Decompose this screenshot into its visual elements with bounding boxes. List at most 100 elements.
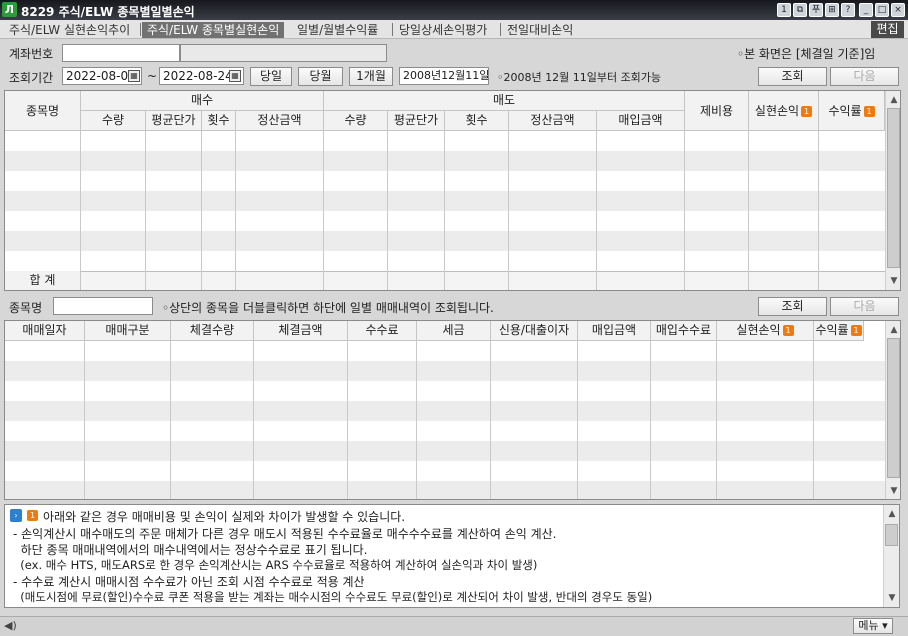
since-date-field: 2008년12월11일 bbox=[399, 67, 489, 85]
detail-next-button[interactable]: 다음 bbox=[830, 297, 899, 316]
group-header-buy: 매수 bbox=[81, 91, 324, 111]
total-row-label: 합 계 bbox=[5, 271, 81, 290]
col-header-purchase-label: 매입금액 bbox=[591, 323, 637, 337]
tab-separator bbox=[392, 23, 393, 36]
column-divider bbox=[748, 131, 749, 290]
table-row[interactable] bbox=[5, 461, 885, 481]
item-name-input[interactable] bbox=[53, 297, 153, 315]
top-grid-scrollbar[interactable]: ▲ ▼ bbox=[885, 91, 900, 290]
table-row[interactable] bbox=[5, 441, 885, 461]
table-row[interactable] bbox=[5, 421, 885, 441]
since-note: ◦2008년 12월 11일부터 조회가능 bbox=[497, 71, 662, 84]
col-header-buy-count: 횟수 bbox=[202, 111, 236, 131]
col-header-rate[interactable]: 수익률 1 bbox=[819, 91, 885, 131]
col-header-interest-label: 신용/대출이자 bbox=[498, 323, 570, 337]
screen-number-button[interactable]: 1 bbox=[777, 3, 791, 17]
table-row[interactable] bbox=[5, 231, 885, 251]
title-bar: Л 8229 주식/ELW 종목별일별손익 1 ⧉ 푸 ⊞ ? _ □ × bbox=[0, 0, 908, 20]
column-divider bbox=[84, 341, 85, 499]
scroll-thumb[interactable] bbox=[887, 338, 900, 478]
grid-icon[interactable]: ⊞ bbox=[825, 3, 839, 17]
tab-separator bbox=[500, 23, 501, 36]
close-button[interactable]: × bbox=[891, 3, 905, 17]
notes-scrollbar[interactable]: ▲ ▼ bbox=[883, 505, 899, 607]
table-row[interactable] bbox=[5, 481, 885, 499]
account-number-input[interactable] bbox=[62, 44, 180, 62]
column-divider bbox=[716, 341, 717, 499]
table-row[interactable] bbox=[5, 251, 885, 271]
menu-label: 메뉴 bbox=[858, 619, 879, 632]
note-line: (매도시점에 무료(할인)수수료 쿠폰 적용을 받는 계좌는 매수시점의 수수료… bbox=[13, 590, 653, 604]
one-month-button[interactable]: 1개월 bbox=[349, 67, 393, 86]
maximize-button[interactable]: □ bbox=[875, 3, 889, 17]
speaker-icon[interactable]: ◀) bbox=[4, 619, 17, 632]
col-header-realized[interactable]: 실현손익 1 bbox=[749, 91, 819, 131]
column-divider bbox=[347, 341, 348, 499]
table-row[interactable] bbox=[5, 341, 885, 361]
menu-button[interactable]: 메뉴 ▾ bbox=[853, 618, 893, 634]
query-button[interactable]: 조회 bbox=[758, 67, 827, 86]
this-month-button[interactable]: 당월 bbox=[298, 67, 343, 86]
table-row[interactable] bbox=[5, 211, 885, 231]
tab-intraday-detail[interactable]: 당일상세손익평가 bbox=[394, 22, 492, 38]
info-badge-icon: 1 bbox=[27, 510, 38, 521]
info-badge-icon[interactable]: 1 bbox=[801, 106, 813, 117]
start-date-value: 2022-08-01 bbox=[66, 69, 136, 83]
next-button[interactable]: 다음 bbox=[830, 67, 899, 86]
expand-icon[interactable]: › bbox=[10, 509, 22, 522]
help-button[interactable]: ? bbox=[841, 3, 855, 17]
calendar-icon[interactable]: ▦ bbox=[229, 70, 241, 82]
tab-item-realized[interactable]: 주식/ELW 종목별실현손익 bbox=[142, 22, 285, 38]
tab-realized-trend[interactable]: 주식/ELW 실현손익추이 bbox=[4, 22, 135, 38]
col-header-date-label: 매매일자 bbox=[22, 323, 67, 337]
detail-query-button[interactable]: 조회 bbox=[758, 297, 827, 316]
col-header-amount-label: 체결금액 bbox=[278, 323, 323, 337]
col-header-sell-purchase: 매입금액 bbox=[597, 111, 685, 131]
scroll-down-icon[interactable]: ▼ bbox=[888, 484, 900, 498]
scroll-down-icon[interactable]: ▼ bbox=[888, 274, 900, 288]
edit-button[interactable]: 편집 bbox=[871, 21, 904, 38]
table-row[interactable] bbox=[5, 131, 885, 151]
note-line: (ex. 매수 HTS, 매도ARS로 한 경우 손익계산시는 ARS 수수료율… bbox=[13, 558, 538, 572]
col-header-buy-qty: 수량 bbox=[81, 111, 146, 131]
tab-daily-monthly-return[interactable]: 일별/월별수익률 bbox=[292, 22, 383, 38]
today-button[interactable]: 당일 bbox=[250, 67, 292, 86]
scroll-up-icon[interactable]: ▲ bbox=[888, 323, 900, 337]
basis-note: ◦본 화면은 [체결일 기준]임 bbox=[737, 47, 876, 61]
col-header-fee-label: 수수료 bbox=[365, 323, 399, 337]
table-row[interactable] bbox=[5, 381, 885, 401]
column-divider bbox=[577, 341, 578, 499]
scroll-thumb[interactable] bbox=[885, 524, 898, 546]
col-header-amount: 체결금액 bbox=[254, 321, 348, 341]
info-badge-icon[interactable]: 1 bbox=[782, 325, 794, 336]
bottom-grid-scrollbar[interactable]: ▲ ▼ bbox=[885, 321, 900, 499]
scroll-up-icon[interactable]: ▲ bbox=[886, 507, 898, 521]
col-header-realized[interactable]: 실현손익 1 bbox=[717, 321, 814, 341]
link-icon[interactable]: ⧉ bbox=[793, 3, 807, 17]
info-badge-icon[interactable]: 1 bbox=[850, 325, 862, 336]
column-divider bbox=[170, 341, 171, 499]
scroll-down-icon[interactable]: ▼ bbox=[886, 591, 898, 605]
table-row[interactable] bbox=[5, 401, 885, 421]
minimize-button[interactable]: _ bbox=[859, 3, 873, 17]
period-tilde: ~ bbox=[147, 69, 158, 83]
col-header-tax-label: 세금 bbox=[442, 323, 465, 337]
item-filter-label: 종목명 bbox=[9, 301, 43, 315]
tab-vs-prev-day[interactable]: 전일대비손익 bbox=[502, 22, 578, 38]
table-row[interactable] bbox=[5, 191, 885, 211]
table-row[interactable] bbox=[5, 171, 885, 191]
calendar-icon[interactable]: ▦ bbox=[128, 70, 140, 82]
app-logo-icon: Л bbox=[2, 2, 17, 17]
note-line: 아래와 같은 경우 매매비용 및 손익이 실제와 차이가 발생할 수 있습니다. bbox=[43, 510, 406, 524]
pin-button[interactable]: 푸 bbox=[809, 3, 823, 17]
col-header-buy-settle: 정산금액 bbox=[236, 111, 324, 131]
scroll-thumb[interactable] bbox=[887, 108, 900, 268]
note-line: 하단 종목 매매내역에서의 매수내역에서는 정상수수료로 표기 됩니다. bbox=[13, 543, 368, 557]
column-divider bbox=[818, 131, 819, 290]
table-row[interactable] bbox=[5, 361, 885, 381]
info-badge-icon[interactable]: 1 bbox=[863, 106, 875, 117]
col-header-rate[interactable]: 수익률 1 bbox=[814, 321, 864, 341]
scroll-up-icon[interactable]: ▲ bbox=[888, 93, 900, 107]
column-divider bbox=[235, 131, 236, 290]
table-row[interactable] bbox=[5, 151, 885, 171]
